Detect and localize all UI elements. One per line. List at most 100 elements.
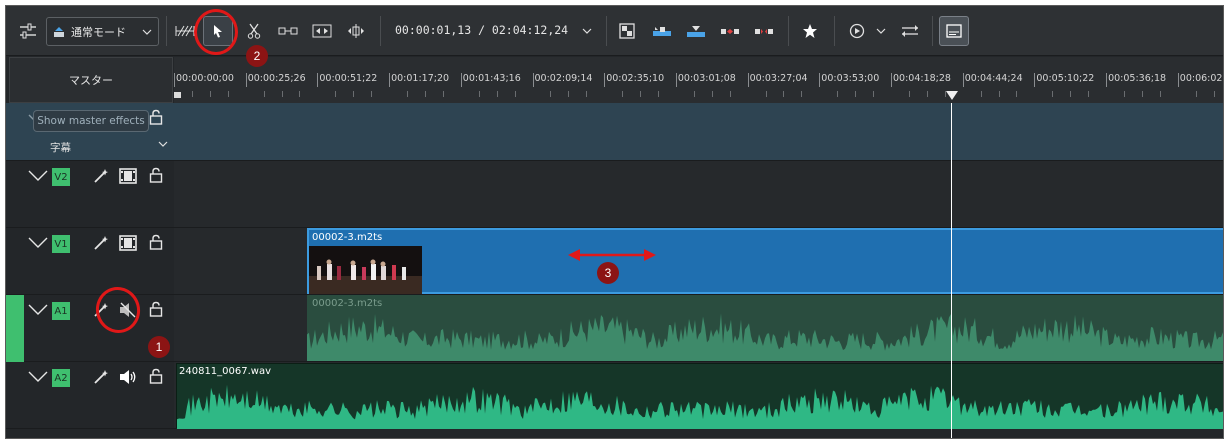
extract-icon[interactable] [752,18,776,44]
ruler-minor-tick [191,91,193,97]
audio-waveform [307,313,1223,361]
audio-clip-a1[interactable]: 00002-3.m2ts [307,295,1223,361]
chevron-down-icon[interactable] [874,18,888,44]
zone-marker[interactable] [174,92,181,98]
ruler-minor-tick [1195,91,1197,97]
lock-icon[interactable] [147,166,165,184]
v2-track-lane[interactable] [174,161,1223,228]
ruler-tick-label: 00:00:51;22 [319,73,378,84]
effects-wand-icon[interactable] [92,368,110,386]
ruler-minor-tick [1016,91,1018,97]
collapse-icon[interactable] [28,237,48,249]
razor-icon[interactable] [243,18,265,44]
ruler-minor-tick [424,91,426,97]
ruler-minor-tick [514,91,516,97]
ruler-tick-label: 00:00:00;00 [176,73,234,84]
track-tag-a1: A1 [52,302,70,320]
effects-wand-icon[interactable] [92,167,110,185]
overwrite-icon[interactable] [650,18,674,44]
ruler-minor-tick [263,91,265,97]
ruler-minor-tick [1052,91,1054,97]
star-icon[interactable] [798,18,822,44]
subtitle-track-select[interactable]: 字幕 [50,138,174,156]
ruler-minor-tick [801,91,803,97]
audio-clip-a2[interactable]: 240811_0067.wav [176,363,1223,429]
collapse-icon[interactable] [28,304,48,316]
audio-waveform [177,384,1223,429]
timeline-ruler[interactable]: 00:00:00;00 00:00:25;26 00:00:51;22 00:01:1… [174,57,1223,103]
film-icon[interactable] [119,234,137,252]
ruler-minor-tick [622,91,624,97]
ruler-minor-tick [926,91,928,97]
toolbar-separator [788,16,789,46]
ruler-minor-tick [335,91,337,97]
lock-icon[interactable] [147,108,165,126]
effects-wand-icon[interactable] [92,234,110,252]
multicam-icon[interactable] [344,18,368,44]
lock-icon[interactable] [147,367,165,385]
ruler-minor-tick [693,91,695,97]
ruler-minor-tick [1124,91,1126,97]
ruler-major-tick [1034,73,1036,87]
drag-arrow-annotation [568,249,656,261]
ruler-major-tick [460,73,462,87]
ruler-minor-tick [657,91,659,97]
ruler-major-tick [317,73,319,87]
timeline-toolbar: 通常モード 00:00:01,13 / 02:04:12,24 [6,6,1223,56]
collapse-icon[interactable] [28,371,48,383]
subtitle-track-button[interactable] [939,16,969,46]
ruler-minor-tick [640,91,642,97]
audio-clip-a2-name: 240811_0067.wav [179,366,272,377]
ruler-major-tick [962,73,964,87]
playhead-marker[interactable] [946,91,958,101]
ruler-minor-tick [855,91,857,97]
ruler-minor-tick [353,91,355,97]
ruler-tick-label: 00:04:18;28 [893,73,951,84]
video-clip-name: 00002-3.m2ts [312,232,383,243]
edit-mode-label: 通常モード [71,25,126,39]
ruler-tick-label: 00:04:44;24 [964,73,1023,84]
ruler-major-tick [747,73,749,87]
ruler-tick-label: 00:03:27;04 [749,73,808,84]
lock-icon[interactable] [147,233,165,251]
collapse-icon[interactable] [28,170,48,182]
ripple-icon[interactable] [276,18,300,44]
ruler-tick-label: 00:01:43;16 [462,73,521,84]
speaker-icon[interactable] [119,368,137,386]
video-clip[interactable]: 00002-3.m2ts [307,228,1223,294]
ruler-minor-tick [371,91,373,97]
edit-mode-select[interactable]: 通常モード [46,17,159,46]
playhead-line[interactable] [951,103,952,438]
subtitle-track-lane[interactable] [174,103,1223,161]
timeline-window: 通常モード 00:00:01,13 / 02:04:12,24 マスター 00:… [5,5,1224,439]
lift-icon[interactable] [718,18,742,44]
mixer-icon[interactable] [898,18,922,44]
ruler-major-tick [174,73,175,87]
ruler-minor-tick [1070,91,1072,97]
v2-track-head: V2 [6,161,174,228]
slip-icon[interactable] [310,18,334,44]
chevron-down-icon [158,141,168,147]
ruler-tick-label: 00:03:01;08 [677,73,736,84]
master-button[interactable]: マスター [9,57,173,103]
composite-icon[interactable] [616,18,638,44]
chevron-down-icon[interactable] [578,18,596,44]
ruler-major-tick [819,73,821,87]
ruler-tick-label: 00:03:53;00 [821,73,880,84]
film-icon[interactable] [119,167,137,185]
toolbar-separator [380,16,381,46]
ruler-tick-label: 00:02:09;14 [534,73,593,84]
settings-sliders-icon[interactable] [16,18,40,44]
ruler-major-tick [532,73,534,87]
ruler-minor-tick [478,91,480,97]
ruler-minor-tick [442,91,444,97]
ruler-major-tick [245,73,247,87]
play-icon[interactable] [846,18,868,44]
insert-icon[interactable] [684,18,708,44]
timecode-display[interactable]: 00:00:01,13 / 02:04:12,24 [395,23,568,37]
ruler-tick-label: 00:05:10;22 [1036,73,1095,84]
ruler-tick-label: 00:02:35;10 [606,73,665,84]
lock-icon[interactable] [147,300,165,318]
ruler-major-tick [604,73,606,87]
toolbar-separator [166,16,167,46]
